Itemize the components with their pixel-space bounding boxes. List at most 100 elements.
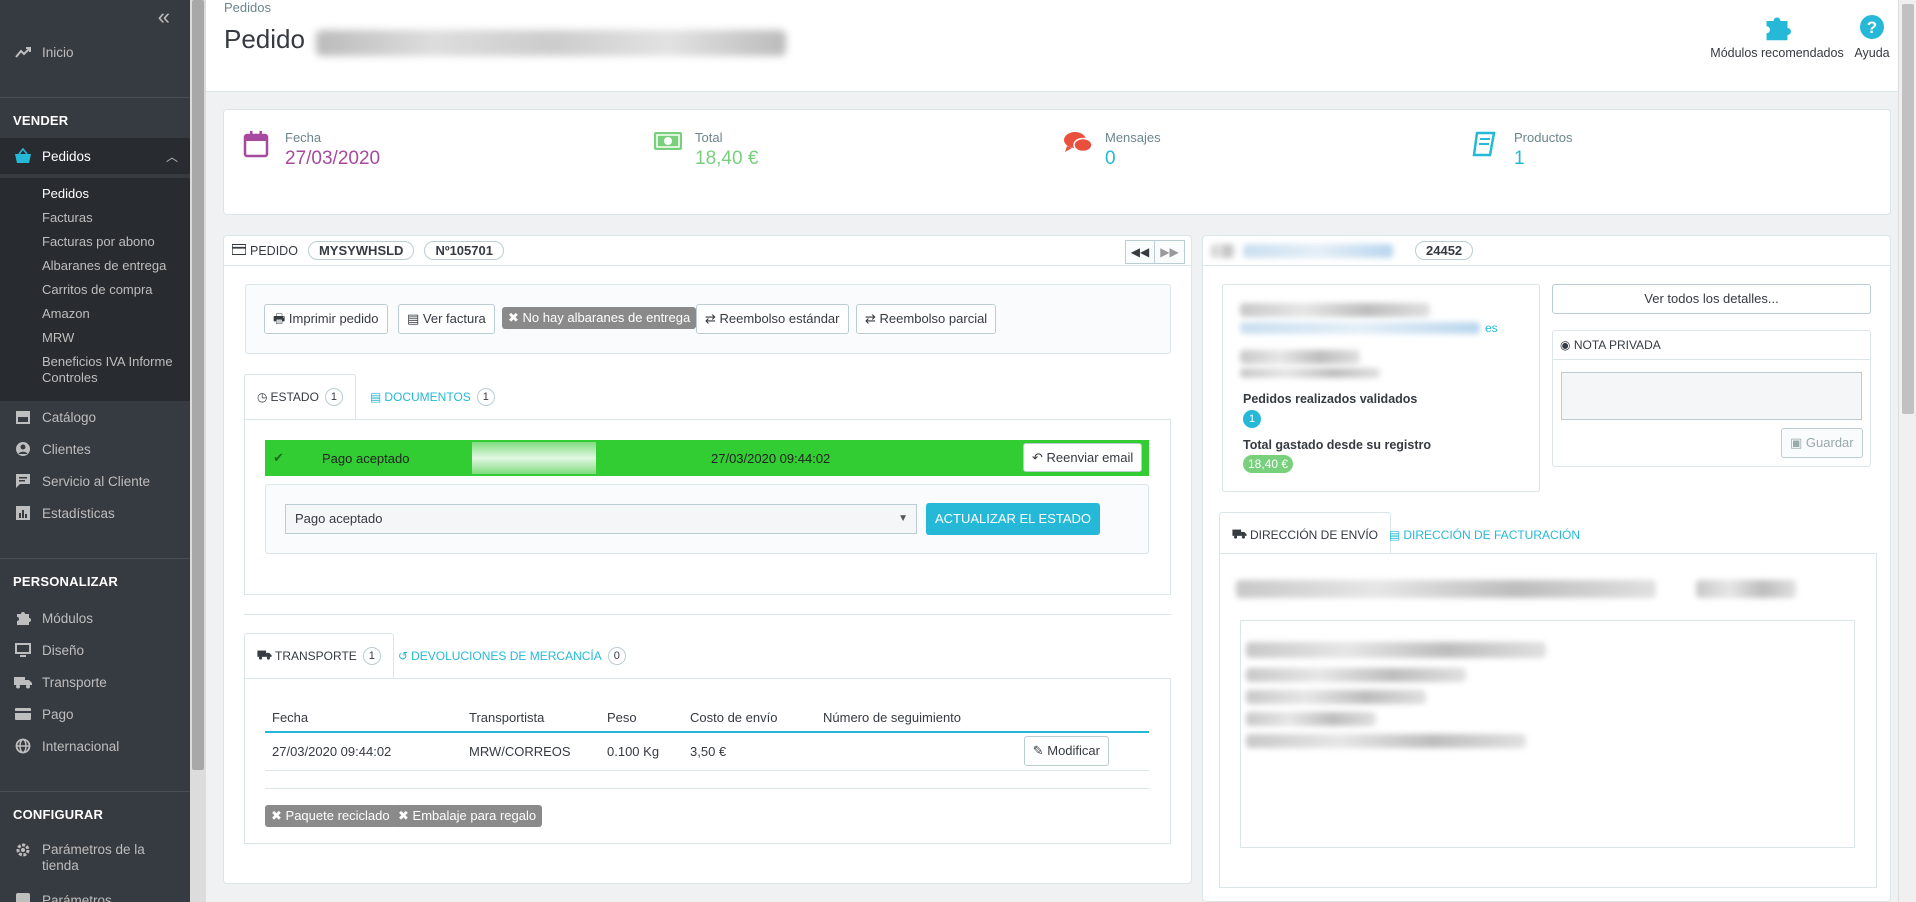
sidebar-item-orders[interactable]: Pedidos ︿ bbox=[0, 138, 190, 174]
customer-link-fragment[interactable]: es bbox=[1485, 321, 1498, 335]
sidebar: « Inicio VENDER Pedidos ︿ Pedidos Factur… bbox=[0, 0, 190, 902]
page-scrollbar[interactable] bbox=[1898, 0, 1916, 902]
section-configure: CONFIGURAR bbox=[13, 807, 104, 822]
update-status-button[interactable]: ACTUALIZAR EL ESTADO bbox=[926, 503, 1101, 535]
sidebar-item-international[interactable]: Internacional bbox=[0, 736, 190, 756]
submenu-carts[interactable]: Carritos de compra bbox=[42, 282, 182, 298]
undo-icon: ↺ bbox=[398, 649, 409, 663]
order-panel-heading: PEDIDO MYSYWHSLD Nº105701 ◀◀ ▶▶ bbox=[224, 236, 1191, 266]
store-icon bbox=[14, 410, 32, 424]
divider bbox=[0, 97, 190, 98]
validated-orders-count-wrap: 1 bbox=[1243, 410, 1261, 428]
exchange-icon: ⇄ bbox=[705, 311, 716, 326]
book-icon bbox=[1472, 130, 1502, 170]
tab-documents[interactable]: ▤ DOCUMENTOS 1 bbox=[358, 374, 507, 420]
shipping-table: Fecha Transportista Peso Costo de envío … bbox=[265, 704, 1149, 771]
section-customize: PERSONALIZAR bbox=[13, 574, 118, 589]
sidebar-item-label: Estadísticas bbox=[42, 505, 115, 521]
order-navigation: ◀◀ ▶▶ bbox=[1125, 240, 1185, 264]
tab-documents-count: 1 bbox=[476, 388, 495, 406]
sidebar-item-modules[interactable]: Módulos bbox=[0, 608, 190, 628]
submenu-delivery-slips[interactable]: Albaranes de entrega bbox=[42, 258, 182, 274]
collapse-sidebar-icon[interactable]: « bbox=[158, 4, 170, 30]
sidebar-item-shipping[interactable]: Transporte bbox=[0, 672, 190, 692]
order-number: Nº105701 bbox=[424, 241, 504, 260]
view-invoice-label: Ver factura bbox=[422, 311, 486, 326]
no-delivery-slips-button[interactable]: ✖ No hay albaranes de entrega bbox=[502, 307, 697, 329]
redacted-text bbox=[1240, 303, 1430, 317]
order-heading: PEDIDO bbox=[250, 243, 298, 258]
redacted-text bbox=[1240, 350, 1360, 364]
status-date: 27/03/2020 09:44:02 bbox=[711, 450, 831, 466]
close-icon: ✖ bbox=[398, 808, 409, 823]
eye-slash-icon: ◉ bbox=[1560, 338, 1571, 352]
submenu-orders[interactable]: Pedidos bbox=[42, 186, 182, 202]
redacted-address-line bbox=[1246, 668, 1466, 682]
gear-icon bbox=[14, 842, 32, 858]
sidebar-scrollbar[interactable] bbox=[190, 0, 206, 902]
redacted-email bbox=[1240, 322, 1480, 334]
save-note-button[interactable]: ▣ Guardar bbox=[1781, 428, 1863, 458]
scrollbar-thumb[interactable] bbox=[192, 0, 204, 770]
recommended-modules-button[interactable]: Módulos recomendados bbox=[1702, 14, 1852, 60]
kpi-total-value: 18,40 € bbox=[695, 148, 759, 169]
submenu-invoices[interactable]: Facturas bbox=[42, 210, 182, 226]
redacted-employee bbox=[472, 442, 596, 474]
submenu-vat-report[interactable]: Beneficios IVA Informe Controles bbox=[42, 354, 182, 386]
tab-transport[interactable]: TRANSPORTE 1 bbox=[244, 633, 394, 679]
help-button[interactable]: ? Ayuda bbox=[1850, 14, 1894, 60]
cell-date: 27/03/2020 09:44:02 bbox=[265, 732, 462, 771]
sidebar-item-customer-service[interactable]: Servicio al Cliente bbox=[0, 471, 190, 491]
redacted-address-line bbox=[1246, 690, 1426, 704]
submenu-amazon[interactable]: Amazon bbox=[42, 306, 182, 322]
cell-cost: 3,50 € bbox=[683, 732, 816, 771]
view-invoice-button[interactable]: ▤ Ver factura bbox=[398, 304, 495, 334]
next-order-icon[interactable]: ▶▶ bbox=[1155, 240, 1185, 264]
sidebar-item-payment[interactable]: Pago bbox=[0, 704, 190, 724]
col-actions bbox=[1016, 704, 1149, 733]
sidebar-item-design[interactable]: Diseño bbox=[0, 640, 190, 660]
print-order-button[interactable]: 🖶 Imprimir pedido bbox=[264, 304, 388, 334]
private-note-textarea[interactable] bbox=[1561, 372, 1862, 420]
customer-panel-heading: 24452 bbox=[1203, 236, 1890, 266]
sidebar-item-home[interactable]: Inicio bbox=[0, 42, 190, 62]
sidebar-item-stats[interactable]: Estadísticas bbox=[0, 503, 190, 523]
sidebar-item-advanced-params[interactable]: Parámetros bbox=[0, 890, 190, 902]
standard-refund-button[interactable]: ⇄ Reembolso estándar bbox=[696, 304, 849, 334]
view-all-details-button[interactable]: Ver todos los detalles... bbox=[1552, 284, 1871, 314]
tab-shipping-address[interactable]: DIRECCIÓN DE ENVÍO bbox=[1219, 512, 1392, 558]
file-icon: ▤ bbox=[370, 390, 382, 404]
breadcrumb[interactable]: Pedidos bbox=[224, 0, 271, 15]
tab-status[interactable]: ◷ ESTADO 1 bbox=[244, 374, 356, 420]
cell-carrier: MRW/CORREOS bbox=[462, 732, 600, 771]
sidebar-item-shop-params[interactable]: Parámetros de la tienda bbox=[0, 842, 190, 874]
user-circle-icon bbox=[14, 441, 32, 457]
trending-icon bbox=[14, 46, 32, 58]
edit-shipping-button[interactable]: ✎ Modificar bbox=[1023, 736, 1109, 767]
redacted-address-action bbox=[1696, 580, 1796, 598]
globe-icon bbox=[14, 738, 32, 754]
tab-returns[interactable]: ↺ DEVOLUCIONES DE MERCANCÍA 0 bbox=[386, 633, 638, 679]
partial-refund-button[interactable]: ⇄ Reembolso parcial bbox=[856, 304, 997, 334]
calendar-icon bbox=[243, 130, 273, 170]
redacted-customer-link bbox=[1243, 243, 1393, 258]
col-tracking: Número de seguimiento bbox=[816, 704, 1016, 733]
col-weight: Peso bbox=[600, 704, 683, 733]
validated-orders-count: 1 bbox=[1243, 410, 1261, 428]
tab-invoice-address[interactable]: ▤ DIRECCIÓN DE FACTURACIÓN bbox=[1377, 512, 1592, 558]
customer-id: 24452 bbox=[1415, 241, 1474, 260]
truck-icon bbox=[257, 649, 272, 663]
resend-email-button[interactable]: ↶ Reenviar email bbox=[1023, 443, 1143, 472]
submenu-credit-slips[interactable]: Facturas por abono bbox=[42, 234, 182, 250]
sidebar-item-customers[interactable]: Clientes bbox=[0, 439, 190, 459]
recycled-package-label: Paquete reciclado bbox=[285, 808, 390, 823]
sidebar-item-label: Pago bbox=[42, 706, 74, 722]
scrollbar-thumb[interactable] bbox=[1902, 4, 1914, 414]
previous-order-icon[interactable]: ◀◀ bbox=[1125, 240, 1155, 264]
sidebar-item-catalog[interactable]: Catálogo bbox=[0, 407, 190, 427]
comments-icon bbox=[1063, 130, 1093, 170]
status-select[interactable]: Pago aceptado ▼ bbox=[285, 504, 917, 534]
submenu-mrw[interactable]: MRW bbox=[42, 330, 182, 346]
no-delivery-slips-label: No hay albaranes de entrega bbox=[522, 310, 691, 325]
bar-chart-icon bbox=[14, 505, 32, 521]
